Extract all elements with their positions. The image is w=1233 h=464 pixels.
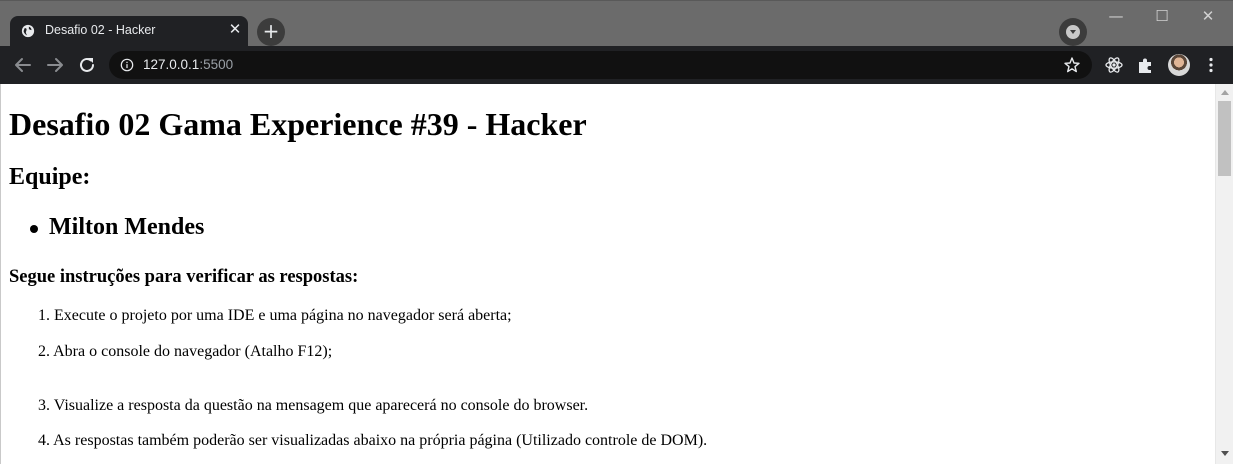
team-heading: Equipe:: [9, 164, 91, 190]
address-bar[interactable]: 127.0.0.1:5500: [109, 51, 1092, 79]
tab-search-button[interactable]: [1059, 18, 1087, 46]
extensions-puzzle-icon[interactable]: [1136, 55, 1156, 75]
tab-strip: Desafio 02 - Hacker ✕ + — ☐ ✕: [0, 0, 1233, 47]
forward-arrow-icon[interactable]: [42, 52, 68, 78]
react-devtools-icon[interactable]: [1104, 55, 1124, 75]
list-item: 2. Abra o console do navegador (Atalho F…: [38, 343, 333, 360]
reload-icon[interactable]: [74, 52, 100, 78]
info-icon[interactable]: [120, 58, 134, 72]
page-viewport: Desafio 02 Gama Experience #39 - Hacker …: [0, 84, 1215, 464]
list-item: 4. As respostas também poderão ser visua…: [38, 432, 708, 449]
back-arrow-icon[interactable]: [10, 52, 36, 78]
browser-toolbar: 127.0.0.1:5500: [0, 46, 1233, 84]
list-item: 1. Execute o projeto por uma IDE e uma p…: [38, 307, 512, 324]
instructions-heading: Segue instruções para verificar as respo…: [9, 267, 359, 287]
tab-title: Desafio 02 - Hacker: [45, 23, 156, 37]
page-title: Desafio 02 Gama Experience #39 - Hacker: [9, 106, 587, 142]
new-tab-button[interactable]: +: [257, 18, 285, 46]
minimize-button[interactable]: —: [1093, 4, 1139, 30]
vertical-scrollbar[interactable]: [1215, 84, 1233, 464]
scroll-down-arrow-icon[interactable]: [1221, 451, 1229, 456]
globe-icon: [21, 24, 35, 38]
maximize-button[interactable]: ☐: [1139, 4, 1185, 30]
tab-active[interactable]: Desafio 02 - Hacker ✕: [10, 16, 248, 47]
team-member: Milton Mendes: [9, 214, 204, 241]
url-host: 127.0.0.1: [143, 57, 200, 72]
more-vert-icon[interactable]: [1202, 56, 1220, 74]
list-item: 3. Visualize a resposta da questão na me…: [38, 397, 589, 414]
star-icon[interactable]: [1063, 56, 1081, 74]
scrollbar-thumb[interactable]: [1218, 101, 1231, 176]
scroll-up-arrow-icon[interactable]: [1221, 90, 1229, 95]
tab-close-icon[interactable]: ✕: [227, 22, 243, 38]
url-text[interactable]: 127.0.0.1:5500: [143, 57, 233, 72]
avatar[interactable]: [1168, 54, 1190, 76]
url-port: :5500: [199, 57, 234, 72]
team-list: Milton Mendes: [9, 214, 204, 241]
close-window-button[interactable]: ✕: [1185, 4, 1231, 30]
